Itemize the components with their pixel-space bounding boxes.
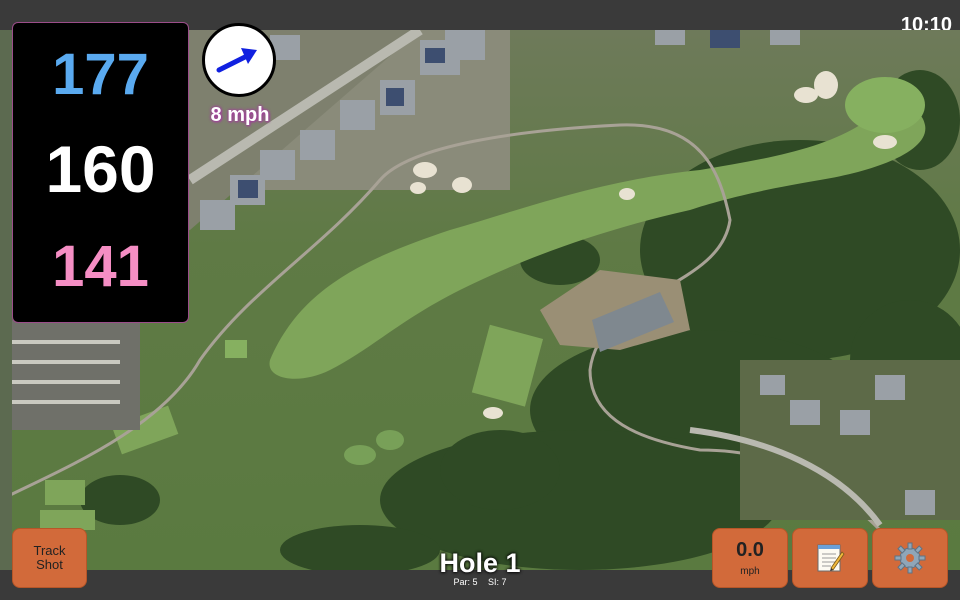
distance-back: 177 — [52, 42, 149, 107]
wind-speed-button[interactable]: 0.0 mph — [712, 528, 788, 588]
settings-button[interactable] — [872, 528, 948, 588]
notepad-icon — [817, 544, 845, 572]
distance-middle: 160 — [45, 132, 156, 206]
track-shot-button[interactable]: Track Shot — [12, 528, 87, 588]
hole-title: Hole 1 — [439, 548, 521, 578]
hole-par: Par: 5 — [453, 577, 478, 587]
hole-stroke-index: SI: 7 — [488, 577, 507, 587]
wind-unit: mph — [740, 566, 760, 577]
wind-speed-label: 8 mph — [210, 104, 270, 126]
wind-direction-indicator — [202, 23, 276, 97]
distance-front: 141 — [52, 234, 149, 299]
notes-button[interactable] — [792, 528, 868, 588]
wind-direction-arrow-icon — [216, 48, 257, 73]
hole-info: Par: 5 SI: 7 — [380, 577, 580, 587]
distance-panel: 177 160 141 — [12, 22, 189, 323]
wind-value: 0.0 — [736, 539, 764, 561]
track-shot-label-line1: Track — [33, 543, 66, 558]
gear-icon — [894, 542, 926, 574]
track-shot-label-line2: Shot — [36, 557, 63, 572]
